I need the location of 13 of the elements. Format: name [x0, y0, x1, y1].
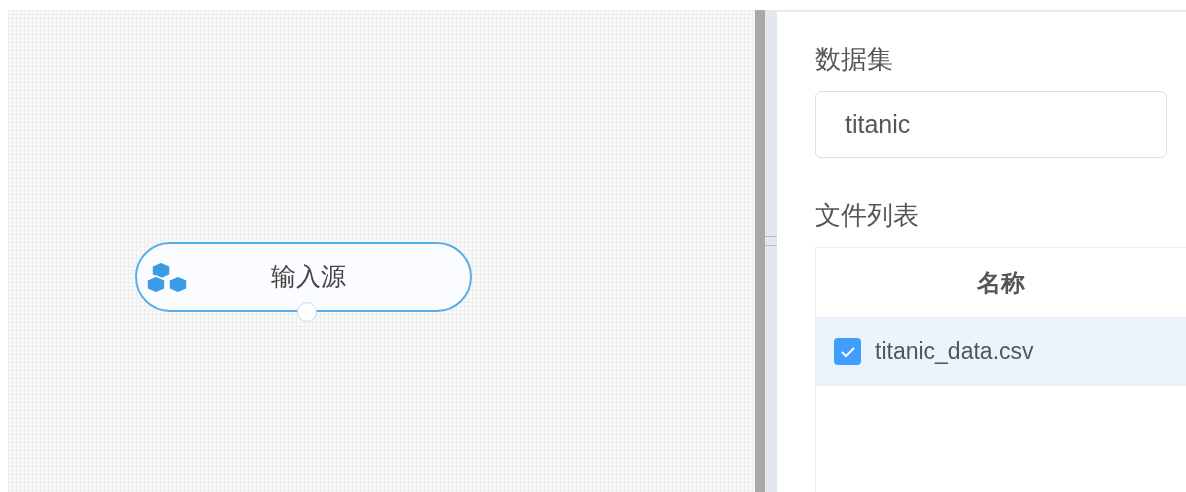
- flow-node[interactable]: 输入源: [135, 242, 472, 312]
- output-port[interactable]: [297, 302, 317, 322]
- resize-handle[interactable]: [765, 236, 777, 246]
- dataset-field[interactable]: titanic: [815, 91, 1167, 158]
- file-list-label: 文件列表: [815, 199, 920, 232]
- splitter-bar[interactable]: [755, 10, 765, 492]
- node-label: 输入源: [270, 261, 347, 293]
- column-header: 名称: [976, 267, 1026, 298]
- checkbox[interactable]: [834, 338, 861, 365]
- table-row[interactable]: titanic_data.csv: [816, 318, 1186, 386]
- file-name: titanic_data.csv: [875, 337, 1034, 367]
- check-icon: [839, 345, 856, 358]
- dataset-label: 数据集: [815, 43, 894, 76]
